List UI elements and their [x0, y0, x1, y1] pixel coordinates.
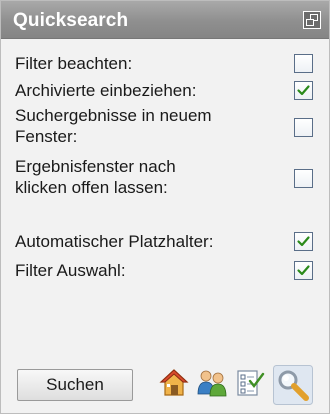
option-row-automatischer-platzhalter: Automatischer Platzhalter: — [15, 229, 321, 255]
option-label: Ergebnisfenster nach — [15, 157, 176, 176]
checkbox-filter-beachten[interactable] — [294, 54, 313, 73]
checkbox-suchergebnisse-neues-fenster[interactable] — [294, 118, 313, 137]
option-label: Filter beachten: — [15, 54, 133, 73]
users-icon[interactable] — [196, 367, 228, 399]
checkbox-ergebnisfenster-offen-lassen[interactable] — [294, 169, 313, 188]
checkbox-filter-auswahl[interactable] — [294, 261, 313, 280]
option-label: Archivierte einbeziehen: — [15, 81, 197, 100]
option-label: Filter Auswahl: — [15, 261, 126, 280]
quicksearch-panel: Quicksearch Filter beachten: Archivierte… — [0, 0, 330, 414]
checkbox-automatischer-platzhalter[interactable] — [294, 232, 313, 251]
checkmark-icon — [297, 265, 310, 276]
option-row-ergebnisfenster-offen-lassen: Ergebnisfenster nach klicken offen lasse… — [15, 156, 321, 202]
checklist-icon[interactable] — [233, 367, 265, 399]
home-icon[interactable] — [158, 367, 190, 399]
checkbox-archivierte-einbeziehen[interactable] — [294, 81, 313, 100]
search-magnifier-icon[interactable] — [273, 365, 313, 405]
option-label-line2: Fenster: — [15, 127, 78, 146]
undock-window-icon[interactable] — [303, 11, 321, 29]
option-row-filter-auswahl: Filter Auswahl: — [15, 258, 321, 284]
option-label: Suchergebnisse in neuem — [15, 106, 212, 125]
option-label: Automatischer Platzhalter: — [15, 232, 214, 251]
option-row-suchergebnisse-neues-fenster: Suchergebnisse in neuem Fenster: — [15, 105, 321, 151]
option-label-line2: klicken offen lassen: — [15, 178, 168, 197]
panel-header: Quicksearch — [1, 1, 329, 39]
option-row-filter-beachten: Filter beachten: — [15, 51, 321, 77]
panel-title: Quicksearch — [13, 10, 129, 31]
search-button[interactable]: Suchen — [17, 369, 133, 401]
checkmark-icon — [297, 236, 310, 247]
checkmark-icon — [297, 85, 310, 96]
option-row-archivierte-einbeziehen: Archivierte einbeziehen: — [15, 78, 321, 104]
